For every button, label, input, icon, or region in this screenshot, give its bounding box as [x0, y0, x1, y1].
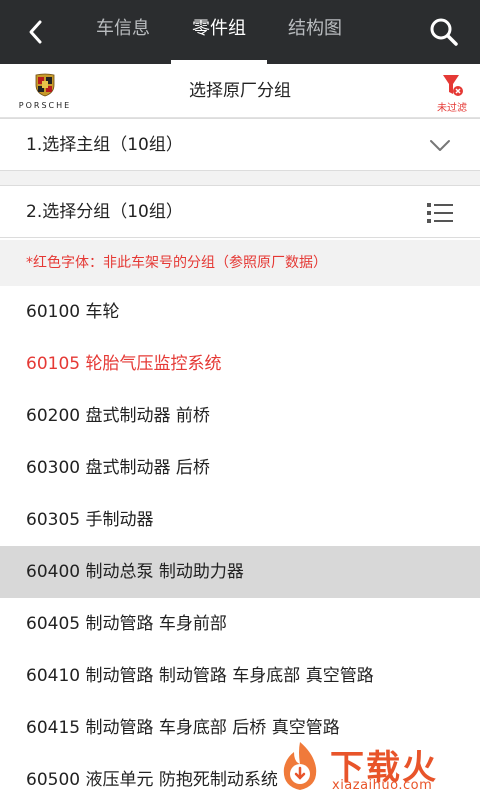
tab-car-info[interactable]: 车信息 — [80, 0, 166, 64]
top-nav-bar: 车信息 零件组 结构图 — [0, 0, 480, 64]
watermark-url: xiazaihuo.com — [332, 778, 433, 793]
tab-parts-group[interactable]: 零件组 — [171, 0, 267, 64]
page-title: 选择原厂分组 — [189, 81, 291, 101]
list-item[interactable]: 60410 制动管路 制动管路 车身底部 真空管路 — [0, 650, 480, 702]
search-icon — [430, 18, 458, 46]
sub-group-label: 2.选择分组（10组） — [26, 202, 183, 222]
list-item[interactable]: 60100 车轮 — [0, 286, 480, 338]
watermark: 下载火 xiazaihuo.com — [274, 736, 470, 796]
filter-status-label: 未过滤 — [437, 103, 467, 114]
section-gap — [0, 171, 480, 185]
tab-structure-diagram[interactable]: 结构图 — [272, 0, 358, 64]
list-item[interactable]: 60305 手制动器 — [0, 494, 480, 546]
brand-header: PORSCHE 选择原厂分组 未过滤 — [0, 64, 480, 118]
search-button[interactable] — [420, 8, 468, 56]
main-group-selector[interactable]: 1.选择主组（10组） — [0, 118, 480, 171]
main-group-label: 1.选择主组（10组） — [26, 135, 183, 155]
notice-bar: *红色字体：非此车架号的分组（参照原厂数据） — [0, 240, 480, 286]
list-item[interactable]: 60300 盘式制动器 后桥 — [0, 442, 480, 494]
flame-download-icon — [283, 742, 317, 790]
list-item[interactable]: 60105 轮胎气压监控系统 — [0, 338, 480, 390]
list-item-selected[interactable]: 60400 制动总泵 制动助力器 — [0, 546, 480, 598]
list-item[interactable]: 60405 制动管路 车身前部 — [0, 598, 480, 650]
sub-group-list: 60100 车轮 60105 轮胎气压监控系统 60200 盘式制动器 前桥 6… — [0, 286, 480, 800]
chevron-down-icon — [430, 140, 450, 151]
notice-text: *红色字体：非此车架号的分组（参照原厂数据） — [26, 255, 327, 271]
back-button[interactable] — [14, 10, 58, 54]
sub-group-selector[interactable]: 2.选择分组（10组） — [0, 185, 480, 238]
chevron-left-icon — [29, 20, 42, 44]
filter-button[interactable]: 未过滤 — [432, 72, 472, 116]
list-item[interactable]: 60200 盘式制动器 前桥 — [0, 390, 480, 442]
list-icon — [427, 203, 453, 223]
funnel-icon — [443, 75, 463, 96]
